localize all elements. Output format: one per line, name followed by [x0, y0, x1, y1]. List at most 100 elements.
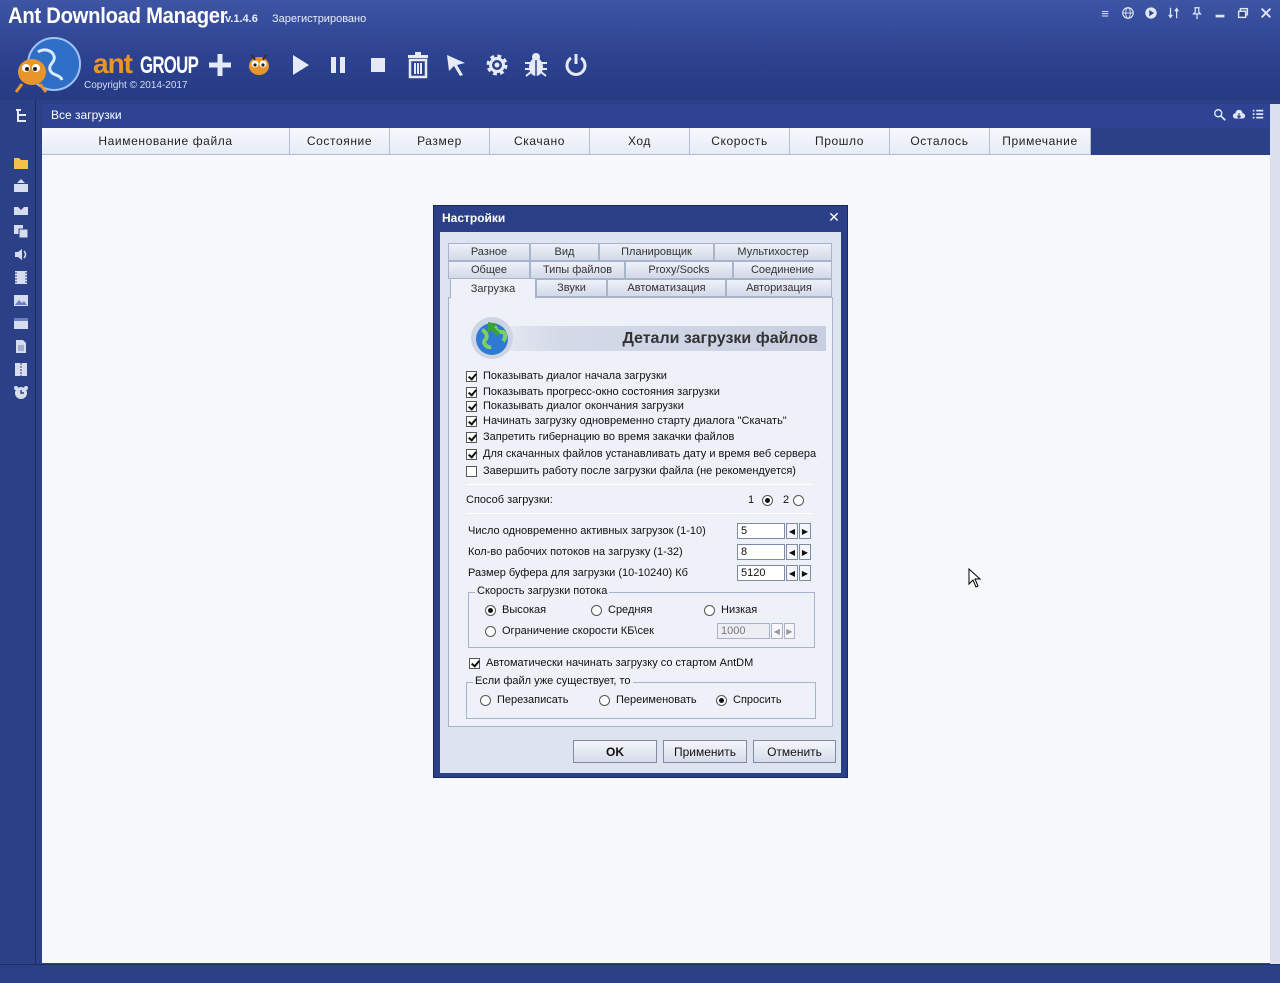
tab-general[interactable]: Общее: [448, 261, 530, 279]
column-header[interactable]: Скачано: [490, 128, 590, 155]
checkbox[interactable]: [466, 448, 477, 460]
globe-icon[interactable]: [1120, 6, 1136, 22]
copy-icon[interactable]: [12, 224, 29, 239]
checkbox-shutdown-after[interactable]: Завершить работу после загрузки файла (н…: [466, 464, 796, 478]
tree-view-icon[interactable]: [12, 109, 29, 124]
method-option-1[interactable]: 1: [748, 494, 779, 506]
checkbox-server-datetime[interactable]: Для скачанных файлов устанавливать дату …: [466, 447, 816, 461]
play-icon[interactable]: [284, 48, 316, 82]
cursor-icon[interactable]: [441, 48, 473, 82]
speed-limit-stepper[interactable]: 1000 ◀ ▶: [717, 623, 795, 639]
upload-box-icon[interactable]: [12, 178, 29, 193]
checkbox[interactable]: [466, 370, 477, 382]
column-header[interactable]: Скорость: [690, 128, 790, 155]
exists-ask-option[interactable]: Спросить: [716, 694, 782, 706]
column-header[interactable]: Примечание: [990, 128, 1091, 155]
minimize-icon[interactable]: [1212, 6, 1228, 22]
column-header[interactable]: Прошло: [790, 128, 890, 155]
download-box-icon[interactable]: [12, 201, 29, 216]
bug-icon[interactable]: [520, 48, 552, 82]
column-header[interactable]: Размер: [390, 128, 490, 155]
tab-misc[interactable]: Разное: [448, 243, 530, 261]
ant-download-icon[interactable]: [243, 48, 275, 82]
menu-icon[interactable]: ≡: [1097, 6, 1113, 22]
tab-sounds[interactable]: Звуки: [536, 279, 607, 297]
tab-scheduler[interactable]: Планировщик: [599, 243, 714, 261]
pause-icon[interactable]: [322, 48, 354, 82]
tab-view[interactable]: Вид: [530, 243, 599, 261]
checkbox-show-start-dialog[interactable]: Показывать диалог начала загрузки: [466, 369, 667, 383]
radio-button[interactable]: [704, 604, 715, 616]
close-icon[interactable]: [1258, 6, 1274, 22]
radio-button[interactable]: [485, 604, 496, 616]
increment-icon[interactable]: ▶: [799, 565, 811, 581]
threads-stepper[interactable]: 8 ◀ ▶: [737, 544, 815, 560]
delete-icon[interactable]: [402, 48, 434, 82]
ok-button[interactable]: OK: [573, 740, 657, 763]
decrement-icon[interactable]: ◀: [786, 565, 798, 581]
decrement-icon[interactable]: ◀: [786, 544, 798, 560]
restore-icon[interactable]: [1235, 6, 1251, 22]
stepper-value[interactable]: 5120: [737, 565, 785, 581]
radio-button[interactable]: [716, 694, 727, 706]
power-icon[interactable]: [560, 48, 592, 82]
pin-icon[interactable]: [1189, 6, 1205, 22]
decrement-icon[interactable]: ◀: [771, 623, 783, 639]
archive-icon[interactable]: [12, 362, 29, 377]
radio-button[interactable]: [485, 625, 496, 637]
stepper-value[interactable]: 1000: [717, 623, 771, 639]
tab-proxy[interactable]: Proxy/Socks: [625, 261, 733, 279]
checkbox-show-finish-dialog[interactable]: Показывать диалог окончания загрузки: [466, 399, 684, 413]
column-header[interactable]: Ход: [590, 128, 690, 155]
checkbox[interactable]: [466, 465, 477, 477]
folder-icon[interactable]: [12, 155, 29, 170]
radio-button[interactable]: [599, 694, 610, 706]
image-icon[interactable]: [12, 293, 29, 308]
tab-file-types[interactable]: Типы файлов: [530, 261, 625, 279]
checkbox-prevent-hibernation[interactable]: Запретить гибернацию во время закачки фа…: [466, 430, 734, 444]
cancel-button[interactable]: Отменить: [753, 740, 836, 763]
checkbox[interactable]: [466, 431, 477, 443]
list-view-icon[interactable]: [1251, 108, 1267, 124]
radio-button[interactable]: [762, 494, 774, 506]
speed-limit-option[interactable]: Ограничение скорости КБ\сек: [485, 625, 654, 637]
tab-multihoster[interactable]: Мультихостер: [714, 243, 832, 261]
checkbox[interactable]: [466, 400, 477, 412]
increment-icon[interactable]: ▶: [783, 623, 795, 639]
increment-icon[interactable]: ▶: [799, 544, 811, 560]
window-icon[interactable]: [12, 316, 29, 331]
active-downloads-stepper[interactable]: 5 ◀ ▶: [737, 523, 815, 539]
tab-connection[interactable]: Соединение: [733, 261, 832, 279]
radio-button[interactable]: [793, 494, 805, 506]
checkbox[interactable]: [466, 386, 477, 398]
speed-medium-option[interactable]: Средняя: [591, 604, 652, 616]
increment-icon[interactable]: ▶: [799, 523, 811, 539]
checkbox-start-with-dialog[interactable]: Начинать загрузку одновременно старту ди…: [466, 414, 787, 428]
apply-button[interactable]: Применить: [663, 740, 747, 763]
alarm-clock-icon[interactable]: [12, 385, 29, 400]
checkbox[interactable]: [469, 657, 480, 669]
tab-automation[interactable]: Автоматизация: [607, 279, 726, 297]
video-icon[interactable]: [12, 270, 29, 285]
method-option-2[interactable]: 2: [783, 494, 810, 506]
add-icon[interactable]: [204, 48, 236, 82]
tab-download[interactable]: Загрузка: [450, 278, 536, 299]
column-header[interactable]: Осталось: [890, 128, 990, 155]
speed-high-option[interactable]: Высокая: [485, 604, 546, 616]
checkbox-autostart[interactable]: Автоматически начинать загрузку со старт…: [469, 656, 753, 670]
buffer-size-stepper[interactable]: 5120 ◀ ▶: [737, 565, 815, 581]
tab-authorization[interactable]: Авторизация: [726, 279, 832, 297]
radio-button[interactable]: [591, 604, 602, 616]
settings-gear-icon[interactable]: [481, 48, 513, 82]
exists-rename-option[interactable]: Переименовать: [599, 694, 697, 706]
checkbox-show-progress-window[interactable]: Показывать прогресс-окно состояния загру…: [466, 385, 720, 399]
column-header[interactable]: Наименование файла: [42, 128, 290, 155]
stepper-value[interactable]: 8: [737, 544, 785, 560]
document-icon[interactable]: [12, 339, 29, 354]
cloud-download-icon[interactable]: [1232, 108, 1248, 124]
sort-icon[interactable]: [1166, 6, 1182, 22]
search-icon[interactable]: [1213, 108, 1229, 124]
exists-overwrite-option[interactable]: Перезаписать: [480, 694, 568, 706]
vertical-scrollbar[interactable]: [1270, 104, 1280, 964]
column-header[interactable]: Состояние: [290, 128, 390, 155]
